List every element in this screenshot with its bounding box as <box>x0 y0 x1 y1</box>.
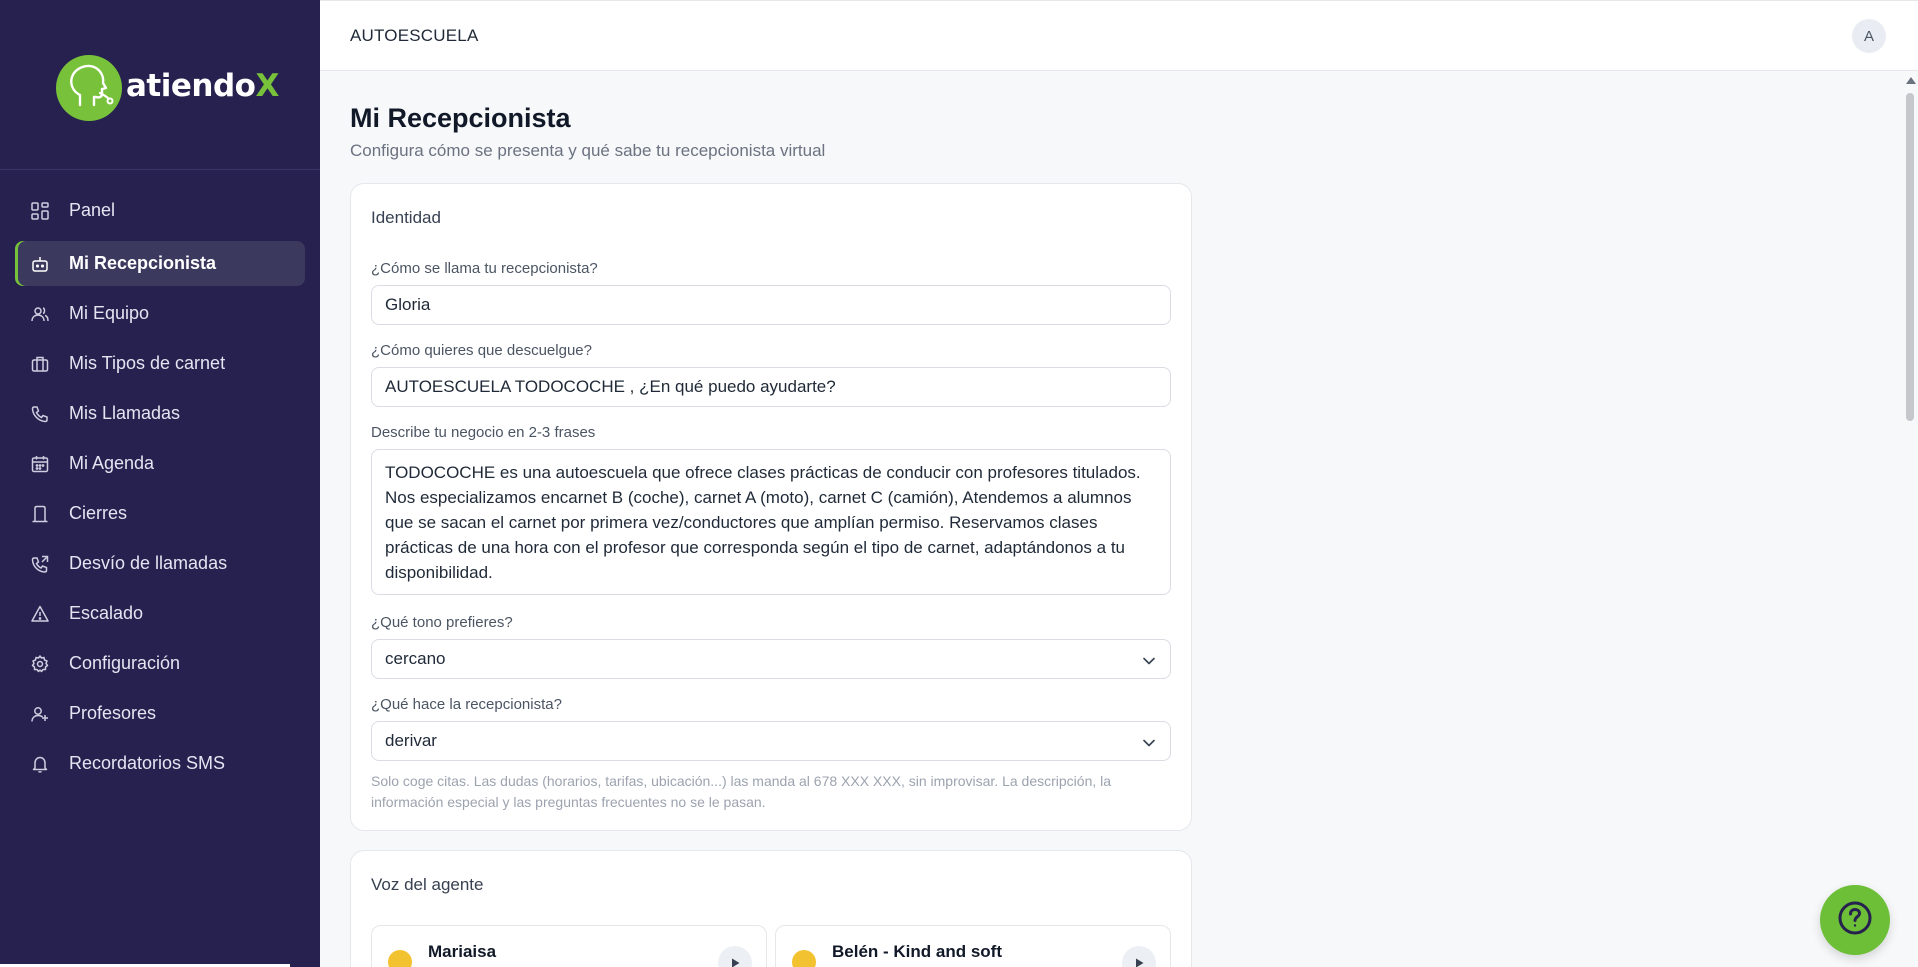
help-button[interactable] <box>1820 885 1890 955</box>
identity-card: Identidad ¿Cómo se llama tu recepcionist… <box>350 183 1192 831</box>
logo[interactable]: atiendoX <box>0 0 320 170</box>
sidebar-item-mis-llamadas[interactable]: Mis Llamadas <box>15 391 305 436</box>
sidebar-item-label: Mi Agenda <box>69 453 155 473</box>
sidebar-item-recordatorios-sms[interactable]: Recordatorios SMS <box>15 741 305 786</box>
greeting-value: AUTOESCUELA TODOCOCHE , ¿En qué puedo ay… <box>385 377 836 396</box>
sidebar-item-label: Mis Tipos de carnet <box>69 353 226 373</box>
person-emoji-icon <box>388 950 412 967</box>
sidebar-item-label: Profesores <box>69 703 157 723</box>
page-subtitle: Configura cómo se presenta y qué sabe tu… <box>350 141 826 160</box>
description-textarea[interactable]: TODOCOCHE es una autoescuela que ofrece … <box>371 449 1171 595</box>
bell-icon <box>30 754 50 774</box>
scroll-thumb[interactable] <box>1906 93 1914 421</box>
gear-icon <box>30 654 50 674</box>
voice-name: Mariaisa <box>428 942 497 961</box>
chevron-down-icon <box>1142 735 1156 755</box>
topbar: AUTOESCUELA A <box>320 0 1918 71</box>
phone-icon <box>30 404 50 424</box>
avatar[interactable]: A <box>1852 19 1886 53</box>
brand-name: atiendoX <box>126 68 279 104</box>
sidebar-item-configuracion[interactable]: Configuración <box>15 641 305 686</box>
sidebar-item-label: Recordatorios SMS <box>69 753 226 773</box>
sidebar-item-label: Mi Equipo <box>69 303 150 323</box>
role-select[interactable]: derivar <box>371 721 1171 761</box>
bot-icon <box>30 254 50 274</box>
calendar-icon <box>30 454 50 474</box>
organization-name: AUTOESCUELA <box>350 26 479 45</box>
question-icon <box>1837 900 1873 941</box>
card-title: Voz del agente <box>371 875 484 894</box>
voice-name: Belén - Kind and soft <box>832 942 1002 961</box>
sidebar-item-label: Cierres <box>69 503 128 523</box>
head-icon <box>56 55 122 121</box>
sidebar-item-mi-equipo[interactable]: Mi Equipo <box>15 291 305 336</box>
scroll-up-arrow-icon[interactable] <box>1906 77 1916 84</box>
phone-forward-icon <box>30 554 50 574</box>
tone-label: ¿Qué tono prefieres? <box>371 614 513 631</box>
role-help-text: Solo coge citas. Las dudas (horarios, ta… <box>371 773 1112 810</box>
page-title: Mi Recepcionista <box>350 103 571 133</box>
users-icon <box>30 304 50 324</box>
voice-option[interactable]: Belén - Kind and soft <box>775 925 1171 967</box>
voice-card: Voz del agente Mariaisa Belén - Kind and… <box>350 850 1192 967</box>
role-label: ¿Qué hace la recepcionista? <box>371 696 562 713</box>
play-button[interactable] <box>1122 946 1156 967</box>
name-input[interactable]: Gloria <box>371 285 1171 325</box>
sidebar-item-panel[interactable]: Panel <box>15 188 305 233</box>
tone-select[interactable]: cercano <box>371 639 1171 679</box>
sidebar-item-mi-agenda[interactable]: Mi Agenda <box>15 441 305 486</box>
user-plus-icon <box>30 704 50 724</box>
person-emoji-icon <box>792 950 816 967</box>
greeting-label: ¿Cómo quieres que descuelgue? <box>371 342 592 359</box>
sidebar-item-profesores[interactable]: Profesores <box>15 691 305 736</box>
sidebar: atiendoX Panel Mi Recepcionista Mi Equip… <box>0 0 320 967</box>
name-value: Gloria <box>385 295 431 314</box>
voice-option[interactable]: Mariaisa <box>371 925 767 967</box>
greeting-input[interactable]: AUTOESCUELA TODOCOCHE , ¿En qué puedo ay… <box>371 367 1171 407</box>
sidebar-item-tipos-carnet[interactable]: Mis Tipos de carnet <box>15 341 305 386</box>
grid-icon <box>30 201 50 221</box>
sidebar-item-label: Escalado <box>69 603 144 623</box>
warning-icon <box>30 604 50 624</box>
tone-value: cercano <box>385 649 446 668</box>
sidebar-item-label: Panel <box>69 200 116 220</box>
sidebar-item-escalado[interactable]: Escalado <box>15 591 305 636</box>
description-label: Describe tu negocio en 2-3 frases <box>371 424 596 441</box>
sidebar-item-mi-recepcionista[interactable]: Mi Recepcionista <box>15 241 305 286</box>
play-button[interactable] <box>718 946 752 967</box>
door-icon <box>30 504 50 524</box>
briefcase-icon <box>30 354 50 374</box>
main-content: Mi Recepcionista Configura cómo se prese… <box>320 71 1902 967</box>
scrollbar[interactable] <box>1902 71 1918 967</box>
chevron-down-icon <box>1142 653 1156 673</box>
sidebar-item-cierres[interactable]: Cierres <box>15 491 305 536</box>
role-value: derivar <box>385 731 437 750</box>
name-label: ¿Cómo se llama tu recepcionista? <box>371 260 598 277</box>
sidebar-item-desvio-llamadas[interactable]: Desvío de llamadas <box>15 541 305 586</box>
card-title: Identidad <box>371 208 441 227</box>
sidebar-item-label: Mi Recepcionista <box>69 253 217 273</box>
sidebar-item-label: Desvío de llamadas <box>69 553 228 573</box>
sidebar-item-label: Configuración <box>69 653 181 673</box>
sidebar-item-label: Mis Llamadas <box>69 403 181 423</box>
